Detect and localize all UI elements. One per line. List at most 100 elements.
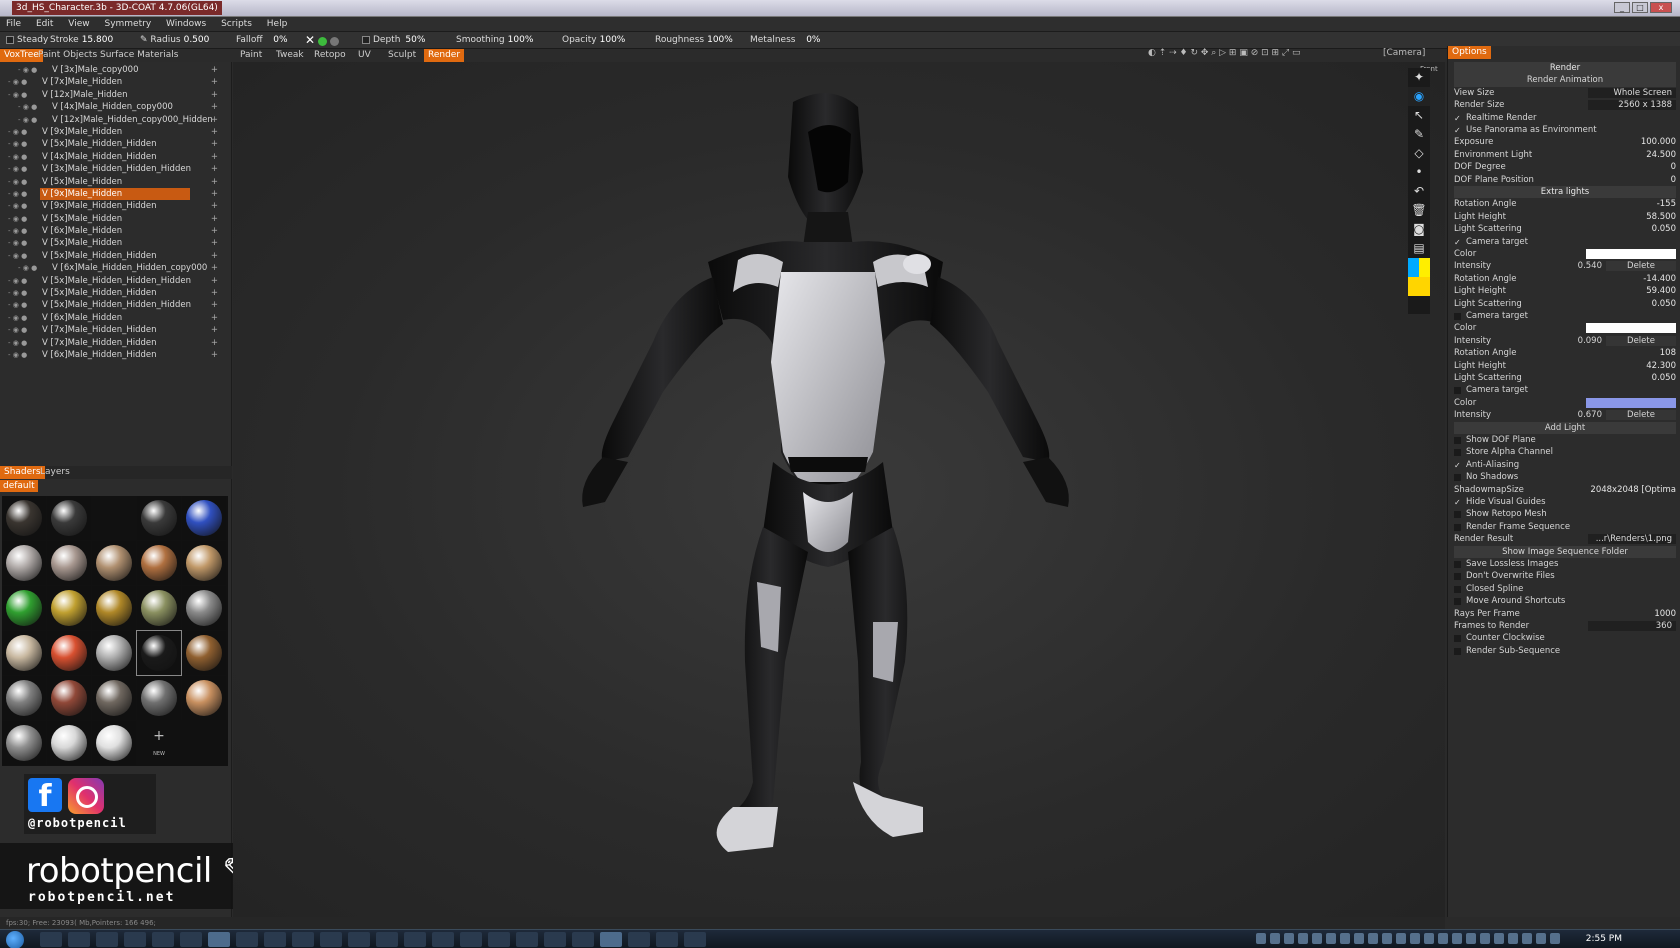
taskbar-app-icon[interactable] [236,932,258,947]
dont-overwrite-files-checkbox[interactable] [1454,573,1461,581]
taskbar-app-icon[interactable] [320,932,342,947]
store-alpha-channel[interactable]: Store Alpha Channel [1454,446,1676,458]
shader-swatch[interactable] [2,631,46,675]
move-around-shortcuts[interactable]: Move Around Shortcuts [1454,595,1676,607]
taskbar-app-icon[interactable] [40,932,62,947]
depth-checkbox[interactable] [362,35,370,44]
add-icon[interactable]: + [211,324,218,336]
voxtree-item[interactable]: - ◉ ● V [7x]Male_Hidden_Hidden + [0,324,232,336]
hide-visual-guides-checkbox[interactable]: ✓ [1454,499,1461,507]
tab-surface-materials[interactable]: Surface Materials [96,49,182,62]
add-icon[interactable]: + [211,76,218,88]
camera-target[interactable]: Camera target [1454,384,1676,396]
exposure[interactable]: Exposure 100.000 [1454,136,1676,148]
voxtree-item[interactable]: - ◉ ● V [9x]Male_Hidden + [0,126,232,138]
shader-preset-tab[interactable]: default [0,480,38,492]
add-light-button[interactable]: Add Light [1454,421,1676,434]
grey-dot-icon[interactable] [329,37,339,46]
depth-field[interactable]: Depth 50% [362,32,428,49]
add-icon[interactable]: + [211,101,218,113]
visibility-icon[interactable]: - ◉ ● [8,200,27,212]
tray-icon[interactable] [1410,933,1420,944]
taskbar-app-icon[interactable] [656,932,678,947]
dof-degree[interactable]: DOF Degree 0 [1454,161,1676,173]
taskbar-app-icon[interactable] [544,932,566,947]
voxtree-item[interactable]: - ◉ ● V [7x]Male_Hidden + [0,76,232,88]
minimize-button[interactable]: _ [1614,2,1630,13]
visibility-icon[interactable]: - ◉ ● [8,176,27,188]
realtime-render[interactable]: ✓ Realtime Render [1454,112,1676,124]
visibility-icon[interactable]: - ◉ ● [8,138,27,150]
realtime-render-checkbox[interactable]: ✓ [1454,114,1461,122]
no-shadows-checkbox[interactable] [1454,474,1461,482]
shader-swatch[interactable] [92,631,136,675]
voxtree-item[interactable]: - ◉ ● V [5x]Male_Hidden_Hidden_Hidden + [0,275,232,287]
trash-icon[interactable]: 🗑 [1408,201,1430,220]
add-icon[interactable]: + [211,89,218,101]
steady-checkbox[interactable] [6,35,14,44]
light-height[interactable]: Light Height 59.400 [1454,285,1676,297]
light-intensity[interactable]: Intensity 0.670 Delete [1454,409,1676,421]
add-icon[interactable]: + [211,337,218,349]
tray-icon[interactable] [1270,933,1280,944]
shader-swatch[interactable] [47,586,91,630]
camera-target-checkbox[interactable] [1454,387,1461,395]
shader-swatch[interactable] [182,631,226,675]
taskbar-app-icon[interactable] [572,932,594,947]
voxtree-item[interactable]: - ◉ ● V [3x]Male_Hidden_Hidden_Hidden + [0,163,232,175]
tab-tweak[interactable]: Tweak [272,49,308,62]
voxtree-item[interactable]: - ◉ ● V [4x]Male_Hidden_Hidden + [0,151,232,163]
shader-swatch[interactable] [47,631,91,675]
green-dot-icon[interactable] [317,37,327,46]
visibility-icon[interactable]: - ◉ ● [8,312,27,324]
frames-to-render[interactable]: Frames to Render 360 [1454,620,1676,632]
new-shader-button[interactable]: + NEW [137,721,181,765]
show-dof-plane-checkbox[interactable] [1454,437,1461,444]
tray-icon[interactable] [1438,933,1448,944]
shader-swatch[interactable] [137,676,181,720]
use-panorama[interactable]: ✓ Use Panorama as Environment [1454,124,1676,136]
start-icon[interactable] [6,931,24,948]
shadowmap-size[interactable]: ShadowmapSize 2048x2048 [Optima [1454,484,1676,496]
taskbar-app-icon[interactable] [684,932,706,947]
shader-swatch[interactable] [47,541,91,585]
3d-viewport[interactable] [233,62,1445,917]
taskbar-app-icon[interactable] [348,932,370,947]
visibility-icon[interactable]: - ◉ ● [8,76,27,88]
smoothing-field[interactable]: Smoothing 100% [456,32,536,49]
light-scattering[interactable]: Light Scattering 0.050 [1454,298,1676,310]
tray-icon[interactable] [1424,933,1434,944]
menu-view[interactable]: View [62,17,95,32]
metalness-field[interactable]: Metalness 0% [750,32,823,49]
add-icon[interactable]: + [211,250,218,262]
camera-select[interactable]: [Camera] [1383,46,1425,60]
anti-aliasing[interactable]: ✓ Anti-Aliasing [1454,459,1676,471]
closed-spline-checkbox[interactable] [1454,585,1461,593]
closed-spline[interactable]: Closed Spline [1454,583,1676,595]
add-icon[interactable]: + [211,126,218,138]
add-icon[interactable]: + [211,176,218,188]
voxtree-item[interactable]: - ◉ ● V [6x]Male_Hidden_Hidden_copy000 + [0,262,232,274]
counter-clockwise[interactable]: Counter Clockwise [1454,632,1676,644]
view-size-value[interactable]: Whole Screen [1588,87,1676,98]
shader-swatch[interactable] [137,586,181,630]
shader-swatch[interactable] [92,586,136,630]
color-swatch-icon[interactable] [1408,277,1430,296]
visibility-icon[interactable]: - ◉ ● [8,250,27,262]
visibility-icon[interactable]: - ◉ ● [8,163,27,175]
hide-visual-guides[interactable]: ✓ Hide Visual Guides [1454,496,1676,508]
light-scattering[interactable]: Light Scattering 0.050 [1454,372,1676,384]
add-icon[interactable]: + [211,151,218,163]
light-scattering[interactable]: Light Scattering 0.050 [1454,223,1676,235]
shader-swatch[interactable] [47,721,91,765]
taskbar-app-icon[interactable] [432,932,454,947]
visibility-icon[interactable]: - ◉ ● [18,64,37,76]
voxtree-item[interactable]: - ◉ ● V [5x]Male_Hidden + [0,213,232,225]
add-icon[interactable]: + [211,287,218,299]
tab-render[interactable]: Render [424,49,465,62]
add-icon[interactable]: + [211,163,218,175]
delete-light-button[interactable]: Delete [1606,335,1676,346]
taskbar-app-icon[interactable] [460,932,482,947]
add-icon[interactable]: + [211,275,218,287]
light-rotation-angle[interactable]: Rotation Angle -14.400 [1454,273,1676,285]
